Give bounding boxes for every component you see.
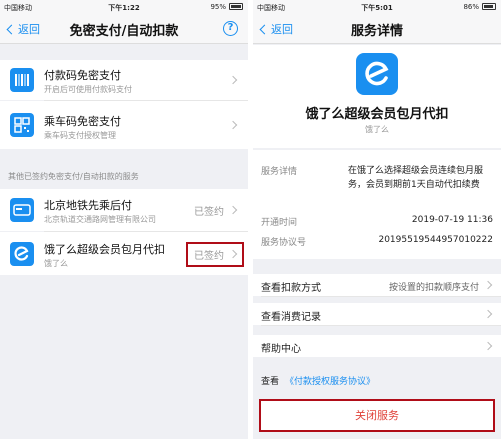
battery-percent: 95% <box>210 3 226 11</box>
item-subtitle: 开启后可使用付款码支付 <box>44 85 132 94</box>
list-item-beijing-subway[interactable]: 北京地铁先乘后付 北京轨道交通路网管理有限公司 已签约 <box>0 189 248 231</box>
item-title: 乘车码免密支付 <box>44 115 121 128</box>
section-label: 其他已签约免密支付/自动扣款的服务 <box>8 172 139 181</box>
detail-desc-label: 服务详情 <box>261 167 298 177</box>
detail-open-label: 开通时间 <box>261 218 298 228</box>
detail-desc-value: 在饿了么选择超级会员连续包月服务，会员到期前1天自动代扣续费 <box>348 166 484 190</box>
agreement-prefix: 查看 <box>261 377 280 387</box>
chevron-right-icon <box>483 280 493 290</box>
subway-card-icon <box>10 198 34 222</box>
close-service-button[interactable]: 关闭服务 <box>259 399 495 432</box>
item-title: 北京地铁先乘后付 <box>44 199 132 212</box>
list-item-payment-code[interactable]: 付款码免密支付 开启后可使用付款码支付 <box>0 60 248 100</box>
divider <box>261 296 501 297</box>
service-title: 饿了么超级会员包月代扣 <box>305 107 449 122</box>
battery-icon <box>229 3 243 10</box>
agreement-line: 查看 《付款授权服务协议》 <box>261 374 375 387</box>
eleme-logo-icon <box>10 242 34 266</box>
nav-bar: 返回 免密支付/自动扣款 ? <box>0 14 248 44</box>
detail-open-value: 2019-07-19 11:36 <box>411 215 493 225</box>
menu-label: 查看消费记录 <box>261 312 321 323</box>
right-screen: 中国移动 下午5:01 86% 返回 服务详情 饿了么超级会员包月代扣 饿了么 … <box>253 0 501 439</box>
page-title: 免密支付/自动扣款 <box>69 24 179 39</box>
menu-help-center[interactable]: 帮助中心 <box>253 335 501 357</box>
barcode-icon <box>10 68 34 92</box>
menu-label: 查看扣款方式 <box>261 283 321 294</box>
service-details: 服务详情 在饿了么选择超级会员连续包月服务，会员到期前1天自动代扣续费 开通时间… <box>253 150 501 259</box>
chevron-right-icon <box>483 309 493 319</box>
battery-icon <box>482 3 496 10</box>
left-screen: 中国移动 下午1:22 95% 返回 免密支付/自动扣款 ? 付款码免密支付 开… <box>0 0 248 439</box>
eleme-logo-icon <box>356 53 398 95</box>
chevron-right-icon <box>483 341 493 351</box>
divider <box>261 325 501 326</box>
item-subtitle: 北京轨道交通路网管理有限公司 <box>44 215 156 224</box>
menu-label: 帮助中心 <box>261 344 301 355</box>
status-bar: 中国移动 下午5:01 86% <box>253 0 501 14</box>
detail-no-label: 服务协议号 <box>261 238 307 248</box>
menu-deduction-method[interactable]: 查看扣款方式 按设置的扣款顺序支付 <box>253 274 501 296</box>
service-subtitle: 饿了么 <box>365 125 389 134</box>
item-title: 饿了么超级会员包月代扣 <box>44 243 165 256</box>
battery-percent: 86% <box>463 3 479 11</box>
item-subtitle: 乘车码支付授权管理 <box>44 131 116 140</box>
chevron-right-icon <box>228 75 238 85</box>
status-badge: 已签约 <box>194 207 224 218</box>
chevron-right-icon <box>228 120 238 130</box>
page-title: 服务详情 <box>350 24 403 39</box>
item-subtitle: 饿了么 <box>44 259 68 268</box>
menu-value: 按设置的扣款顺序支付 <box>388 283 479 293</box>
menu-consumption-records[interactable]: 查看消费记录 <box>253 303 501 325</box>
qrcode-icon <box>10 113 34 137</box>
chevron-right-icon <box>228 205 238 215</box>
detail-no-value: 20195519544957010222 <box>378 235 493 245</box>
service-header: 饿了么超级会员包月代扣 饿了么 <box>253 45 501 148</box>
status-bar: 中国移动 下午1:22 95% <box>0 0 248 14</box>
highlight-box <box>186 242 244 267</box>
agreement-link[interactable]: 《付款授权服务协议》 <box>285 377 375 387</box>
help-button[interactable]: ? <box>223 21 238 36</box>
nav-bar: 返回 服务详情 <box>253 14 501 44</box>
item-title: 付款码免密支付 <box>44 69 121 82</box>
list-item-transit-code[interactable]: 乘车码免密支付 乘车码支付授权管理 <box>0 101 248 149</box>
